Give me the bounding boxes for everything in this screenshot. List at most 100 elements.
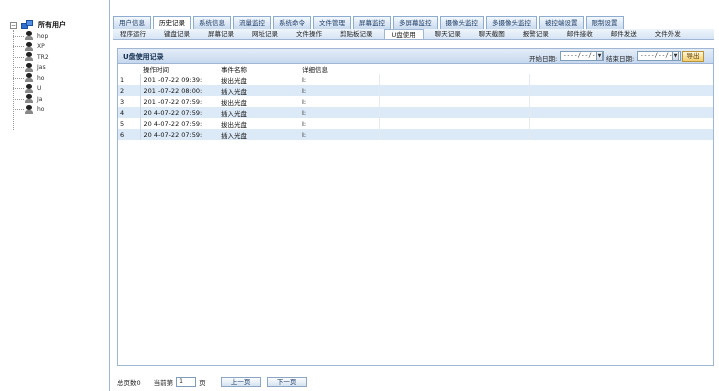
cell-time: 201 -07-22 07:59: [140, 96, 218, 107]
pager: 总页数0 当前第 1 页 上一页 下一页 [117, 376, 307, 388]
tab-secondary[interactable]: 文件操作 [289, 29, 329, 39]
tree-connector-line [13, 46, 24, 47]
cell-blank [378, 74, 529, 85]
current-page-label: 当前第 [153, 379, 174, 387]
end-date-label: 结束日期: [606, 55, 635, 63]
tab-primary[interactable]: 系统命令 [273, 16, 311, 29]
row-index: 2 [118, 85, 141, 96]
tab-primary[interactable]: 文件管理 [313, 16, 351, 29]
tree-item-user[interactable]: Ja [13, 94, 42, 104]
tab-secondary[interactable]: U盘使用 [383, 29, 424, 39]
cell-time: 20 4-07-22 07:59: [140, 118, 218, 129]
tab-secondary[interactable]: 邮件接收 [560, 29, 600, 39]
page-suffix-label: 页 [199, 379, 206, 387]
tab-secondary[interactable]: 剪贴板记录 [333, 29, 380, 39]
tree-item-user[interactable]: XP [13, 41, 45, 52]
total-pages-label: 总页数0 [117, 379, 141, 387]
tab-primary[interactable]: 多屏幕监控 [393, 16, 438, 29]
tab-secondary[interactable]: 邮件发送 [604, 29, 644, 39]
tab-primary[interactable]: 系统信息 [193, 16, 231, 29]
row-index: 3 [118, 96, 141, 107]
tab-primary[interactable]: 限制设置 [585, 16, 624, 29]
col-header-event[interactable]: 事件名称 [218, 64, 299, 74]
cell-detail: I: [299, 96, 379, 107]
tree-item-user[interactable]: ho [13, 73, 44, 83]
tab-secondary[interactable]: 聊天截图 [472, 29, 512, 39]
cell-blank [528, 85, 713, 96]
cell-blank [528, 118, 713, 129]
cell-time: 20 4-07-22 07:59: [140, 107, 218, 118]
tab-primary[interactable]: 摄像头监控 [439, 16, 484, 29]
tab-primary[interactable]: 用户信息 [113, 16, 151, 29]
table-row[interactable]: 2 201 -07-22 08:00: 插入光盘 I: [118, 85, 713, 96]
next-page-button[interactable]: 下一页 [266, 377, 307, 387]
end-date-dropdown-icon[interactable]: ▼ [672, 51, 679, 61]
cell-time: 201 -07-22 09:39: [140, 74, 218, 85]
table-row[interactable]: 1 201 -07-22 09:39: 拔出光盘 I: [118, 74, 713, 85]
primary-tab-bar: 用户信息 历史记录 系统信息 流量监控 系统命令 文件管理 屏幕监控 多屏幕监控 摄像头监控 多摄… [113, 16, 626, 29]
user-tree-panel: − 所有用户 hop XP TR2 Jas ho U Ja ho [0, 0, 110, 391]
tab-secondary[interactable]: 文件外发 [648, 29, 688, 39]
tree-connector-line [13, 77, 24, 79]
user-icon [24, 94, 34, 104]
cell-event: 插入光盘 [218, 129, 299, 140]
start-date-dropdown-icon[interactable]: ▼ [596, 51, 603, 61]
row-index: 4 [118, 107, 141, 118]
tree-item-user[interactable]: hop [13, 31, 48, 41]
tree-connector-line [13, 98, 24, 100]
cell-event: 拔出光盘 [218, 74, 299, 85]
col-header-time[interactable]: 操作时间 [140, 64, 218, 74]
tree-connector-line [13, 88, 24, 89]
panel-title: U盘使用记录 [123, 53, 164, 61]
cell-blank [378, 96, 529, 107]
cell-event: 拔出光盘 [218, 118, 299, 129]
computers-group-icon [21, 19, 35, 31]
tab-secondary[interactable]: 屏幕记录 [201, 29, 241, 39]
tab-secondary[interactable]: 网址记录 [245, 29, 285, 39]
tab-secondary[interactable]: 程序运行 [113, 29, 153, 39]
cell-detail: I: [299, 118, 379, 129]
table-row[interactable]: 4 20 4-07-22 07:59: 插入光盘 I: [118, 107, 713, 118]
collapse-toggle-icon[interactable]: − [10, 21, 17, 29]
col-header-detail[interactable]: 详细信息 [299, 64, 379, 74]
table-row[interactable]: 3 201 -07-22 07:59: 拔出光盘 I: [118, 96, 713, 107]
tab-primary[interactable]: 多摄像头监控 [486, 16, 537, 29]
page-number-input[interactable]: 1 [176, 377, 197, 387]
table-row[interactable]: 6 20 4-07-22 07:59: 插入光盘 I: [118, 129, 713, 140]
col-header-blank [529, 64, 713, 74]
cell-blank [378, 118, 529, 129]
tab-primary[interactable]: 流量监控 [233, 16, 271, 29]
tree-item-user[interactable]: Jas [13, 62, 46, 73]
user-icon [24, 73, 34, 83]
tree-item-user[interactable]: U [13, 83, 42, 94]
tree-item-label: Jas [37, 64, 46, 71]
tab-primary[interactable]: 屏幕监控 [353, 16, 391, 29]
cell-detail: I: [299, 107, 379, 118]
table-row[interactable]: 5 20 4-07-22 07:59: 拔出光盘 I: [118, 118, 713, 129]
cell-blank [378, 85, 529, 96]
tree-root-label: 所有用户 [38, 21, 66, 29]
col-header-blank [379, 64, 529, 74]
cell-blank [528, 107, 713, 118]
cell-time: 201 -07-22 08:00: [140, 85, 218, 96]
export-button[interactable]: 导出 [682, 51, 704, 62]
tab-primary[interactable]: 被控端设置 [539, 16, 584, 29]
tree-root[interactable]: − 所有用户 [10, 19, 66, 31]
cell-blank [378, 107, 529, 118]
tree-item-user[interactable]: ho [13, 104, 44, 115]
user-icon [24, 52, 34, 62]
tree-item-user[interactable]: TR2 [13, 52, 49, 62]
row-index: 1 [118, 74, 141, 85]
prev-page-button[interactable]: 上一页 [220, 377, 261, 387]
row-index: 5 [118, 118, 141, 129]
cell-event: 拔出光盘 [218, 96, 299, 107]
table-header-row: 操作时间 事件名称 详细信息 [118, 64, 713, 74]
tab-secondary[interactable]: 键盘记录 [157, 29, 197, 39]
tab-secondary[interactable]: 聊天记录 [428, 29, 468, 39]
cell-blank [528, 96, 713, 107]
user-icon [24, 83, 34, 94]
tab-primary[interactable]: 历史记录 [153, 16, 191, 29]
user-icon [24, 62, 34, 73]
tab-secondary[interactable]: 报警记录 [516, 29, 556, 39]
tree-item-label: U [37, 85, 42, 92]
